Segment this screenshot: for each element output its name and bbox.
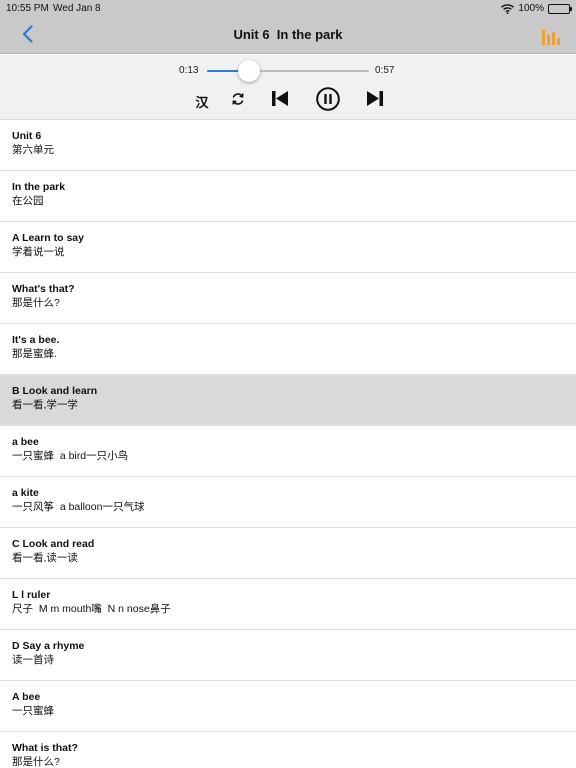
translate-toggle-button[interactable]: 汉 <box>192 90 212 112</box>
next-button[interactable] <box>365 90 385 112</box>
list-item-english: What is that? <box>12 742 78 754</box>
list-item-chinese: 看一看,读一读 <box>12 552 78 564</box>
list-item-chinese: 看一看,学一学 <box>12 399 78 411</box>
status-bar: 10:55 PM Wed Jan 8 100% <box>0 0 576 18</box>
list-item-chinese: 那是蜜蜂. <box>12 348 57 360</box>
list-item-english: a bee <box>12 436 39 448</box>
list-item-chinese: 在公园 <box>12 195 44 207</box>
list-item-chinese: 第六单元 <box>12 144 54 156</box>
list-item-english: B Look and learn <box>12 385 98 397</box>
status-time: 10:55 PM <box>6 3 49 14</box>
list-item-chinese: 学着说一说 <box>12 246 65 258</box>
current-time: 0:13 <box>179 65 199 76</box>
list-item-chinese: 读一首诗 <box>12 654 54 666</box>
list-item-english: A bee <box>12 691 41 703</box>
list-item-chinese: 那是什么? <box>12 297 60 309</box>
list-item[interactable]: A Learn to say 学着说一说 <box>0 222 576 273</box>
list-item[interactable]: Unit 6 第六单元 <box>0 120 576 171</box>
audio-player: 0:13 0:57 汉 <box>0 55 576 120</box>
list-item[interactable]: A bee 一只蜜蜂 <box>0 681 576 732</box>
list-item-chinese: 一只蜜蜂 <box>12 705 54 717</box>
list-item-chinese: 那是什么? <box>12 756 60 768</box>
list-item-english: L l ruler <box>12 589 51 601</box>
nav-bar: Unit 6 In the park <box>0 18 576 54</box>
list-item[interactable]: What is that? 那是什么? <box>0 732 576 768</box>
status-indicators: 100% <box>501 3 572 14</box>
repeat-button[interactable] <box>229 90 247 112</box>
skip-forward-icon <box>366 90 384 112</box>
list-item-english: What's that? <box>12 283 75 295</box>
wifi-icon <box>501 3 515 14</box>
list-item[interactable]: In the park 在公园 <box>0 171 576 222</box>
list-item-chinese: 一只风筝 a balloon一只气球 <box>12 501 145 513</box>
list-item-english: In the park <box>12 181 66 193</box>
status-date: Wed Jan 8 <box>53 3 101 14</box>
list-item[interactable]: B Look and learn 看一看,学一学 <box>0 375 576 426</box>
list-item[interactable]: D Say a rhyme 读一首诗 <box>0 630 576 681</box>
list-item[interactable]: a kite 一只风筝 a balloon一只气球 <box>0 477 576 528</box>
battery-percent: 100% <box>518 3 544 14</box>
list-item[interactable]: What's that? 那是什么? <box>0 273 576 324</box>
battery-icon <box>548 3 572 14</box>
previous-button[interactable] <box>270 90 290 112</box>
list-item-english: It's a bee. <box>12 334 60 346</box>
list-item-english: D Say a rhyme <box>12 640 85 652</box>
repeat-icon <box>231 92 245 111</box>
list-item-english: C Look and read <box>12 538 95 550</box>
list-item-chinese: 一只蜜蜂 a bird一只小鸟 <box>12 450 129 462</box>
list-item-english: A Learn to say <box>12 232 84 244</box>
total-time: 0:57 <box>375 65 395 76</box>
page-title: Unit 6 In the park <box>233 27 343 42</box>
list-item[interactable]: a bee 一只蜜蜂 a bird一只小鸟 <box>0 426 576 477</box>
skip-back-icon <box>271 90 289 112</box>
list-item-english: a kite <box>12 487 39 499</box>
stats-button[interactable] <box>542 27 562 45</box>
pause-icon <box>315 86 340 116</box>
list-item[interactable]: C Look and read 看一看,读一读 <box>0 528 576 579</box>
list-item[interactable]: L l ruler 尺子 M m mouth嘴 N n nose鼻子 <box>0 579 576 630</box>
list-item-chinese: 尺子 M m mouth嘴 N n nose鼻子 <box>12 603 171 615</box>
pause-button[interactable] <box>315 86 340 112</box>
bar-chart-icon <box>542 30 562 49</box>
list-item[interactable]: It's a bee. 那是蜜蜂. <box>0 324 576 375</box>
progress-slider[interactable] <box>207 70 369 72</box>
progress-thumb[interactable] <box>238 60 261 82</box>
lesson-list[interactable]: Unit 6 第六单元 In the park 在公园 A Learn to say… <box>0 120 576 768</box>
list-item-english: Unit 6 <box>12 130 42 142</box>
